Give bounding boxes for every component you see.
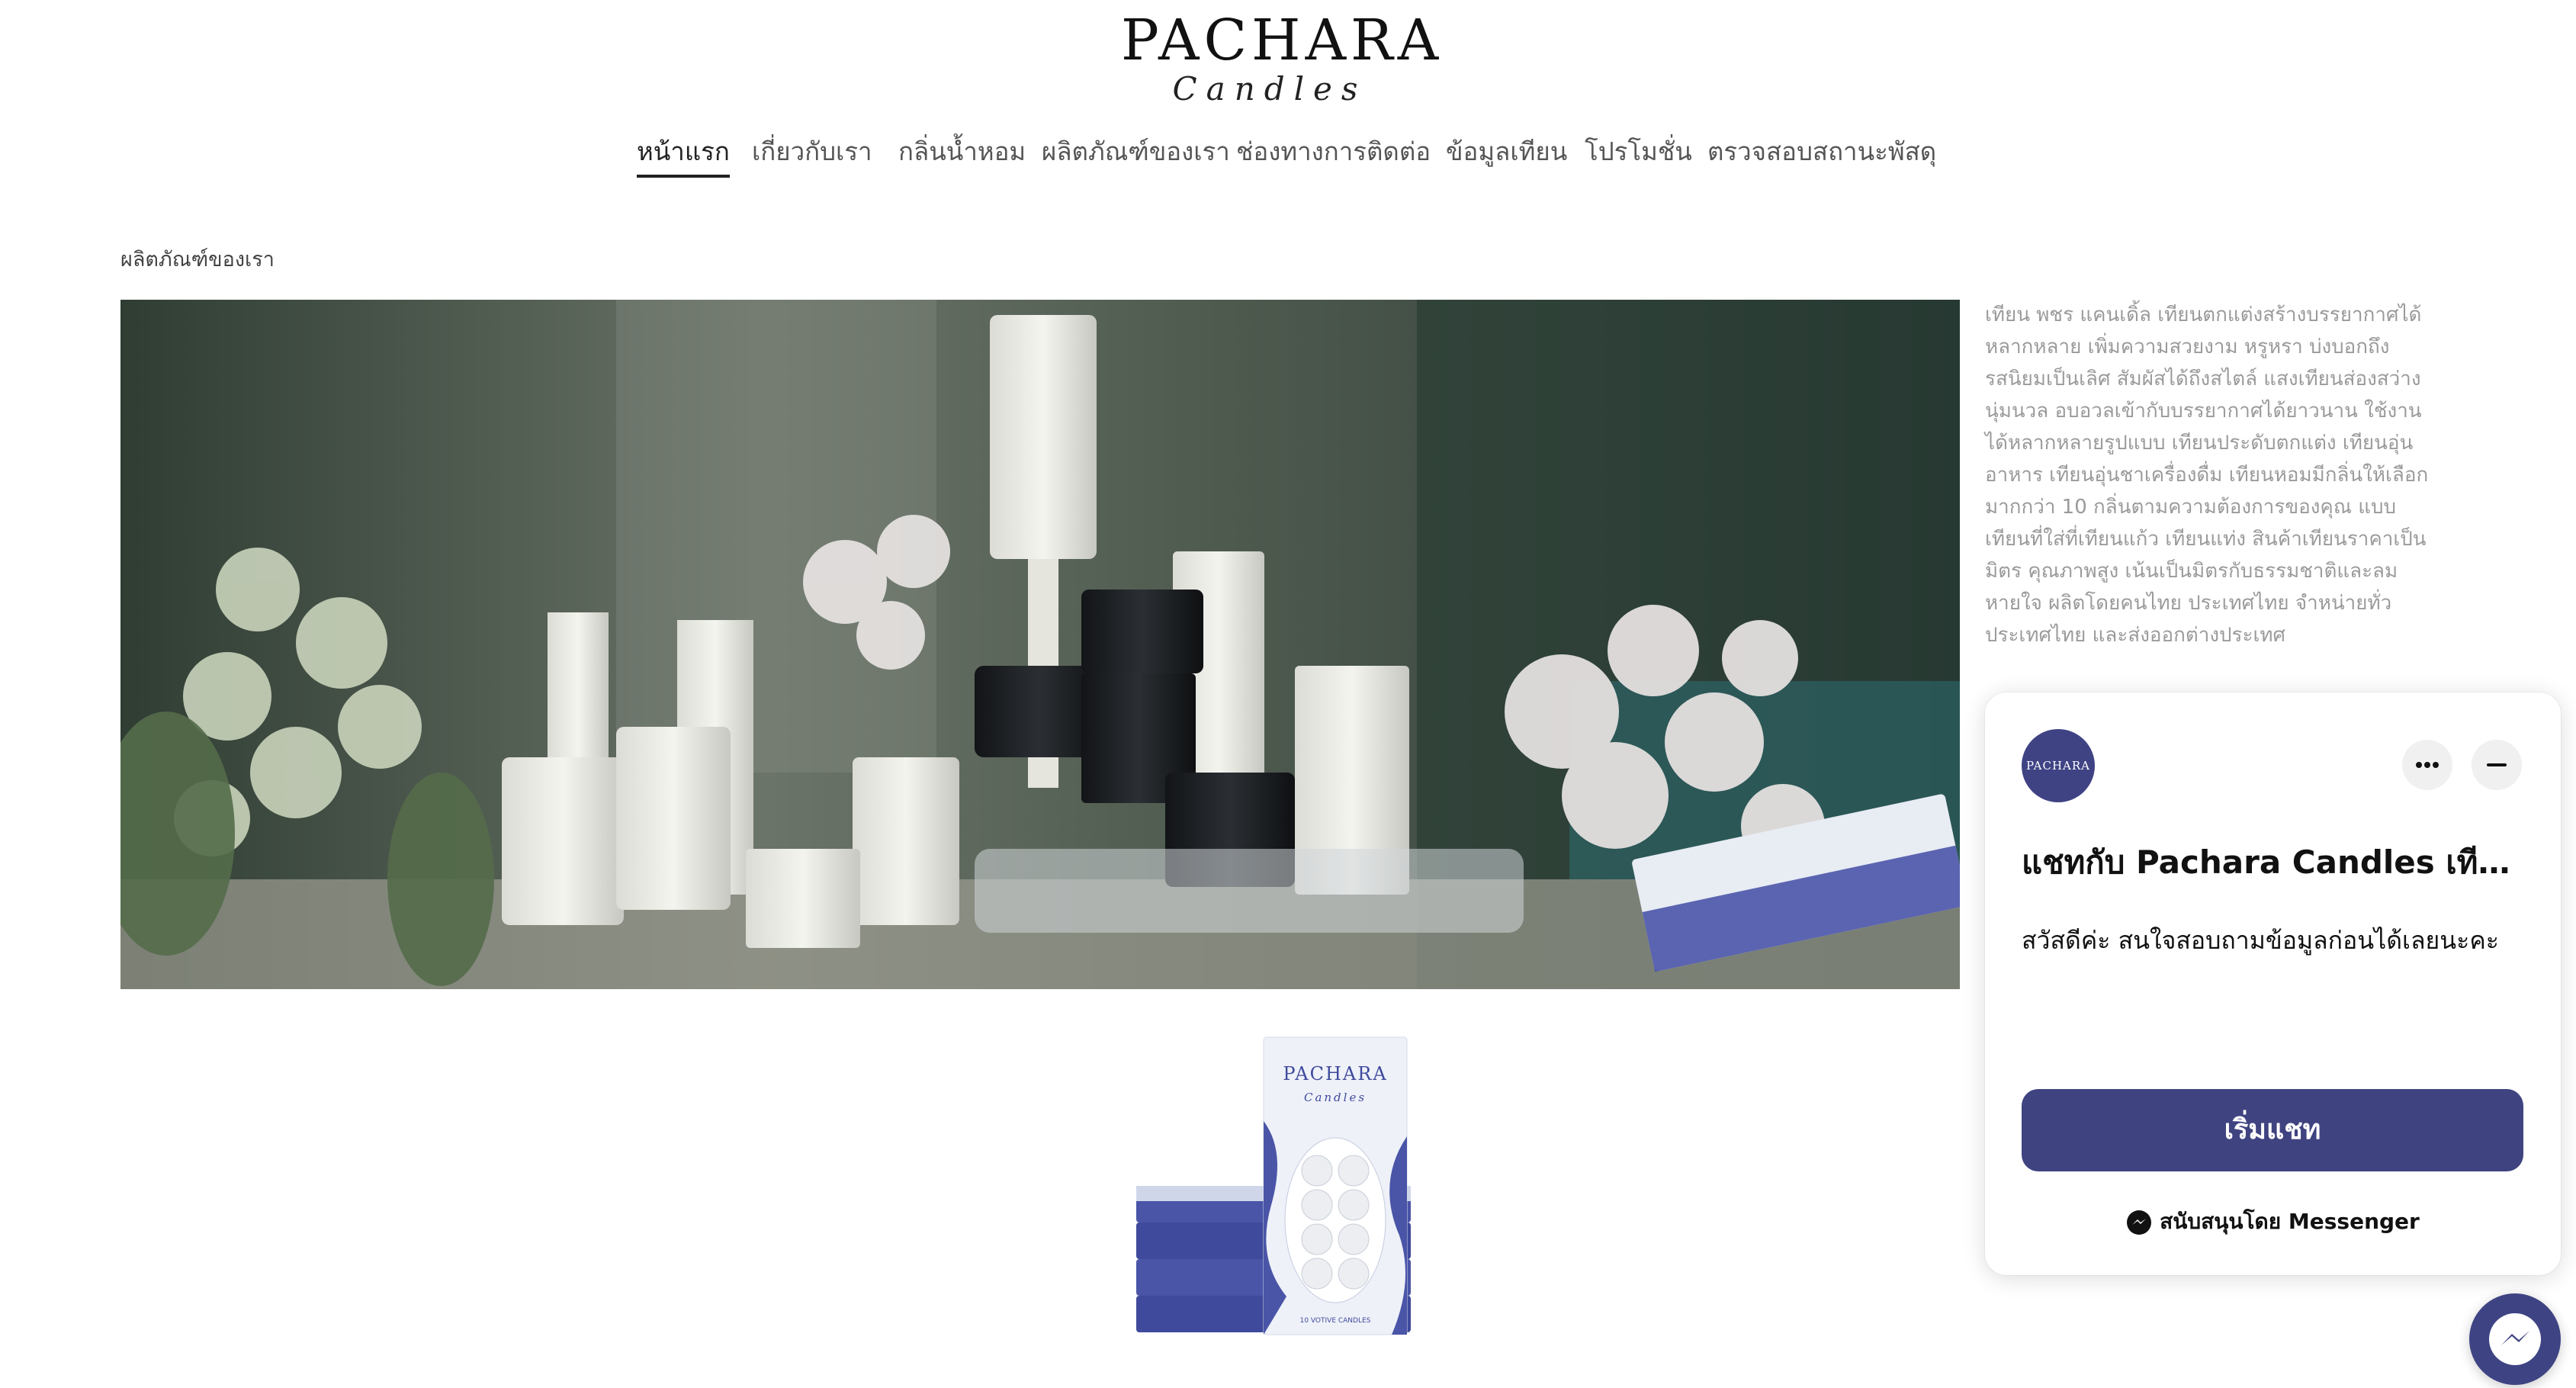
product-description: เทียน พชร แคนเดิ้ล เทียนตกแต่งสร้างบรรยา… <box>1985 304 2429 647</box>
main-nav: หน้าแรก เกี่ยวกับเรา กลิ่นน้ำหอม ผลิตภัณ… <box>0 131 2576 178</box>
messenger-icon <box>2127 1210 2152 1235</box>
chat-widget: PACHARA แชทกับ Pachara Candles เทียนหอม … <box>1985 692 2561 1275</box>
messenger-launcher-icon[interactable] <box>2469 1293 2561 1385</box>
product-label-text: 10 VOTIVE CANDLES <box>1300 1317 1371 1325</box>
logo-wordmark: PACHARA <box>1121 8 1444 73</box>
product-brand-text: PACHARA <box>1283 1063 1387 1084</box>
nav-item-tracking[interactable]: ตรวจสอบสถานะพัสดุ <box>1707 131 1936 172</box>
site-logo[interactable]: PACHARA Candles <box>1121 8 1444 114</box>
product-image[interactable]: PACHARA Candles 10 VOTIVE CANDLES <box>1125 1007 1430 1342</box>
powered-by[interactable]: สนับสนุนโดย Messenger <box>1985 1205 2561 1239</box>
nav-item-promotion[interactable]: โปรโมชั่น <box>1585 131 1692 172</box>
start-chat-button[interactable]: เริ่มแชท <box>2022 1089 2523 1171</box>
nav-item-products[interactable]: ผลิตภัณฑ์ของเรา <box>1042 131 1230 172</box>
minus-icon[interactable] <box>2472 740 2522 790</box>
logo-tagline: Candles <box>1172 70 1367 108</box>
chat-greeting: สวัสดีค่ะ สนใจสอบถามข้อมูลก่อนได้เลยนะคะ <box>2022 926 2499 955</box>
more-horizontal-icon[interactable] <box>2402 740 2452 790</box>
nav-item-candle-info[interactable]: ข้อมูลเทียน <box>1446 131 1567 172</box>
chat-title: แชทกับ Pachara Candles เทียนหอม <box>2022 843 2529 881</box>
nav-item-scents[interactable]: กลิ่นน้ำหอม <box>898 131 1026 172</box>
product-tagline-text: Candles <box>1304 1091 1367 1104</box>
hero-image <box>120 300 1960 989</box>
nav-item-contact[interactable]: ช่องทางการติดต่อ <box>1236 131 1431 172</box>
chat-avatar: PACHARA <box>2022 729 2095 802</box>
nav-item-about[interactable]: เกี่ยวกับเรา <box>752 131 872 172</box>
nav-item-home[interactable]: หน้าแรก <box>637 131 730 178</box>
breadcrumb: ผลิตภัณฑ์ของเรา <box>120 248 275 271</box>
powered-by-text: สนับสนุนโดย Messenger <box>2160 1209 2420 1234</box>
